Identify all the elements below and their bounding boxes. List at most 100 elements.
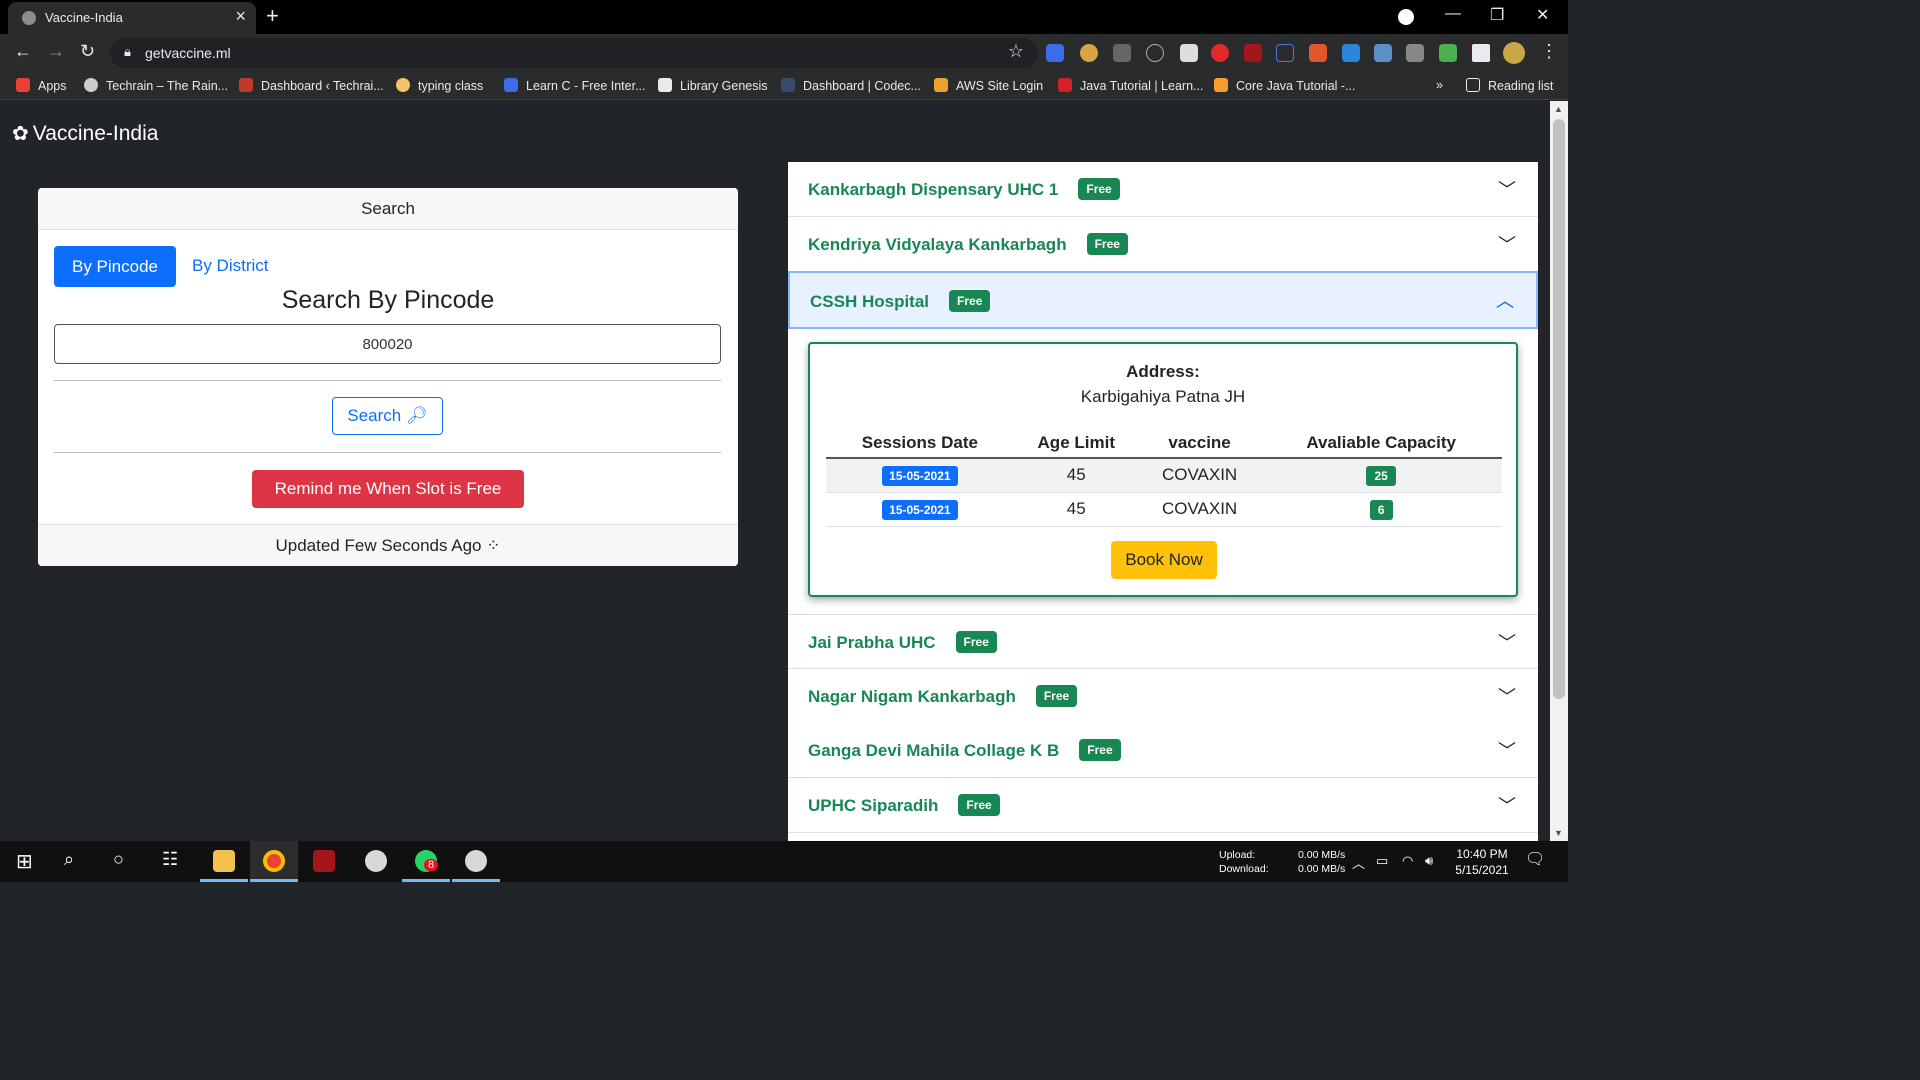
bookmark-item[interactable]: Dashboard | Codec... — [781, 78, 921, 93]
book-now-button[interactable]: Book Now — [1111, 541, 1217, 579]
session-date-cell: 15-05-2021 — [826, 492, 1014, 527]
tab-by-district[interactable]: By District — [192, 256, 269, 276]
column-header: Sessions Date — [826, 428, 1014, 459]
globe-icon — [84, 78, 98, 92]
vaccine-cell: COVAXIN — [1138, 492, 1261, 527]
search-button[interactable]: Search 🔎︎ — [332, 397, 443, 435]
extension-f-icon[interactable] — [1244, 44, 1262, 62]
bookmark-apps[interactable]: Apps — [16, 78, 67, 93]
bookmarks-overflow[interactable]: » — [1436, 78, 1443, 92]
reading-list[interactable]: Reading list — [1466, 78, 1553, 93]
bookmarks-bar: Apps Techrain – The Rain... Dashboard ‹ … — [0, 72, 1568, 100]
forward-icon[interactable]: → — [47, 41, 65, 62]
minimize-icon[interactable]: — — [1445, 5, 1461, 23]
chrome-icon — [263, 850, 285, 872]
extension-layers-icon[interactable] — [1406, 44, 1424, 62]
browser-menu-icon[interactable]: ⋮ — [1540, 41, 1558, 62]
bookmark-item[interactable]: Learn C - Free Inter... — [504, 78, 646, 93]
extension-react-icon[interactable] — [1146, 44, 1164, 62]
app-paint[interactable] — [352, 841, 400, 882]
age-limit-cell: 45 — [1013, 458, 1139, 493]
extension-cookie-icon[interactable] — [1080, 44, 1098, 62]
page-scrollbar[interactable]: ▲ ▼ — [1550, 101, 1568, 841]
pincode-input[interactable] — [54, 324, 721, 364]
upload-value: 0.00 MB/s — [1298, 849, 1346, 861]
extensions-puzzle-icon[interactable] — [1472, 44, 1490, 62]
center-item[interactable]: Kankarbagh Dispensary UHC 1 Free ﹀ — [788, 162, 1538, 217]
app-palette[interactable] — [452, 841, 500, 882]
remind-me-button[interactable]: Remind me When Slot is Free — [252, 470, 524, 508]
lock-icon[interactable]: 🔒︎ — [124, 44, 131, 60]
notifications-icon[interactable]: 🗨︎ — [1525, 849, 1545, 869]
reading-list-icon — [1466, 78, 1480, 92]
close-tab-icon[interactable]: × — [235, 6, 246, 27]
extension-pen-icon[interactable] — [1180, 44, 1198, 62]
windows-start-icon[interactable]: ⊞ — [16, 849, 33, 874]
search-card: Search By Pincode By District Search By … — [38, 188, 738, 566]
bookmark-star-icon[interactable]: ☆ — [1008, 41, 1024, 62]
chevron-up-tray-icon[interactable]: ︿ — [1352, 853, 1365, 872]
chevron-down-icon: ﹀ — [1498, 687, 1516, 707]
system-clock[interactable]: 10:40 PM 5/15/2021 — [1447, 846, 1517, 878]
wifi-icon[interactable]: ◠ — [1402, 853, 1413, 869]
tab-by-pincode[interactable]: By Pincode — [54, 246, 176, 287]
browser-tab[interactable]: Vaccine-India × — [8, 2, 256, 34]
extension-mail-icon[interactable] — [1211, 44, 1229, 62]
extension-tech-icon[interactable] — [1374, 44, 1392, 62]
extension-wave-icon[interactable] — [1276, 44, 1294, 62]
app-red[interactable] — [300, 841, 348, 882]
cortana-icon[interactable]: ○ — [113, 849, 124, 870]
file-explorer-app[interactable] — [200, 841, 248, 882]
tab-search-icon[interactable] — [1398, 9, 1414, 25]
window-close-icon[interactable]: ✕ — [1536, 5, 1549, 25]
volume-icon[interactable]: 🔊︎ — [1425, 853, 1433, 869]
bookmark-item[interactable]: Dashboard ‹ Techrai... — [239, 78, 384, 93]
center-name: Kendriya Vidyalaya Kankarbagh Free — [808, 233, 1128, 255]
windows-taskbar: ⊞ ⌕ ○ ☷ 8 Upload: Download: 0.00 MB/s 0.… — [0, 841, 1568, 882]
extension-new-icon[interactable] — [1046, 44, 1064, 62]
center-item[interactable]: Jai Prabha UHC Free ﹀ — [788, 614, 1538, 669]
browser-toolbar: ← → ↻ 🔒︎ getvaccine.ml ☆ ⋮ — [0, 34, 1568, 72]
address-bar[interactable]: 🔒︎ getvaccine.ml ☆ — [110, 38, 1038, 68]
date-badge: 15-05-2021 — [882, 465, 958, 486]
table-row: 15-05-2021 45 COVAXIN 6 — [826, 492, 1502, 527]
new-tab-icon[interactable]: + — [266, 3, 279, 29]
task-view-icon[interactable]: ☷ — [162, 849, 178, 870]
chrome-app[interactable] — [250, 841, 298, 882]
extension-fire-icon[interactable] — [1309, 44, 1327, 62]
bookmark-item[interactable]: Core Java Tutorial -... — [1214, 78, 1356, 93]
center-item[interactable]: Nagar Nigam Kankarbagh Free ﹀ — [788, 669, 1538, 724]
center-item[interactable]: Ganga Devi Mahila Collage K B Free ﹀ — [788, 723, 1538, 778]
scroll-down-icon[interactable]: ▼ — [1554, 828, 1563, 838]
favicon-icon — [22, 11, 36, 25]
search-icon[interactable]: ⌕ — [64, 849, 74, 870]
search-card-footer: Updated Few Seconds Ago ⁘ — [38, 524, 738, 566]
centers-accordion: Kankarbagh Dispensary UHC 1 Free ﹀ Kendri… — [788, 162, 1538, 841]
bookmark-item[interactable]: Library Genesis — [658, 78, 768, 93]
extension-green-icon[interactable] — [1439, 44, 1457, 62]
extension-counter-icon[interactable] — [1113, 44, 1131, 62]
site-icon — [396, 78, 410, 92]
profile-avatar[interactable] — [1503, 42, 1525, 64]
reload-icon[interactable]: ↻ — [80, 41, 95, 62]
restore-icon[interactable]: ❐ — [1490, 5, 1504, 25]
navbar-brand[interactable]: ✿ Vaccine-India — [12, 121, 158, 146]
scroll-up-icon[interactable]: ▲ — [1554, 104, 1563, 114]
battery-icon[interactable]: ▭ — [1376, 853, 1388, 869]
back-icon[interactable]: ← — [14, 41, 32, 62]
chevron-down-icon: ﹀ — [1498, 235, 1516, 255]
center-item[interactable]: UPHC Siparadih Free ﹀ — [788, 778, 1538, 833]
bookmark-item[interactable]: Java Tutorial | Learn... — [1058, 78, 1203, 93]
scrollbar-thumb[interactable] — [1553, 119, 1565, 699]
bookmark-item[interactable]: typing class — [396, 78, 483, 93]
whatsapp-app[interactable]: 8 — [402, 841, 450, 882]
notification-badge: 8 — [424, 859, 439, 871]
bookmark-item[interactable]: AWS Site Login — [934, 78, 1043, 93]
center-item[interactable]: Kendriya Vidyalaya Kankarbagh Free ﹀ — [788, 217, 1538, 272]
center-item-expanded[interactable]: CSSH Hospital Free ︿ — [788, 271, 1538, 329]
url-text: getvaccine.ml — [145, 45, 231, 61]
extension-check-icon[interactable] — [1342, 44, 1360, 62]
capacity-cell: 25 — [1260, 458, 1502, 493]
center-name: Ganga Devi Mahila Collage K B Free — [808, 739, 1121, 761]
bookmark-item[interactable]: Techrain – The Rain... — [84, 78, 228, 93]
